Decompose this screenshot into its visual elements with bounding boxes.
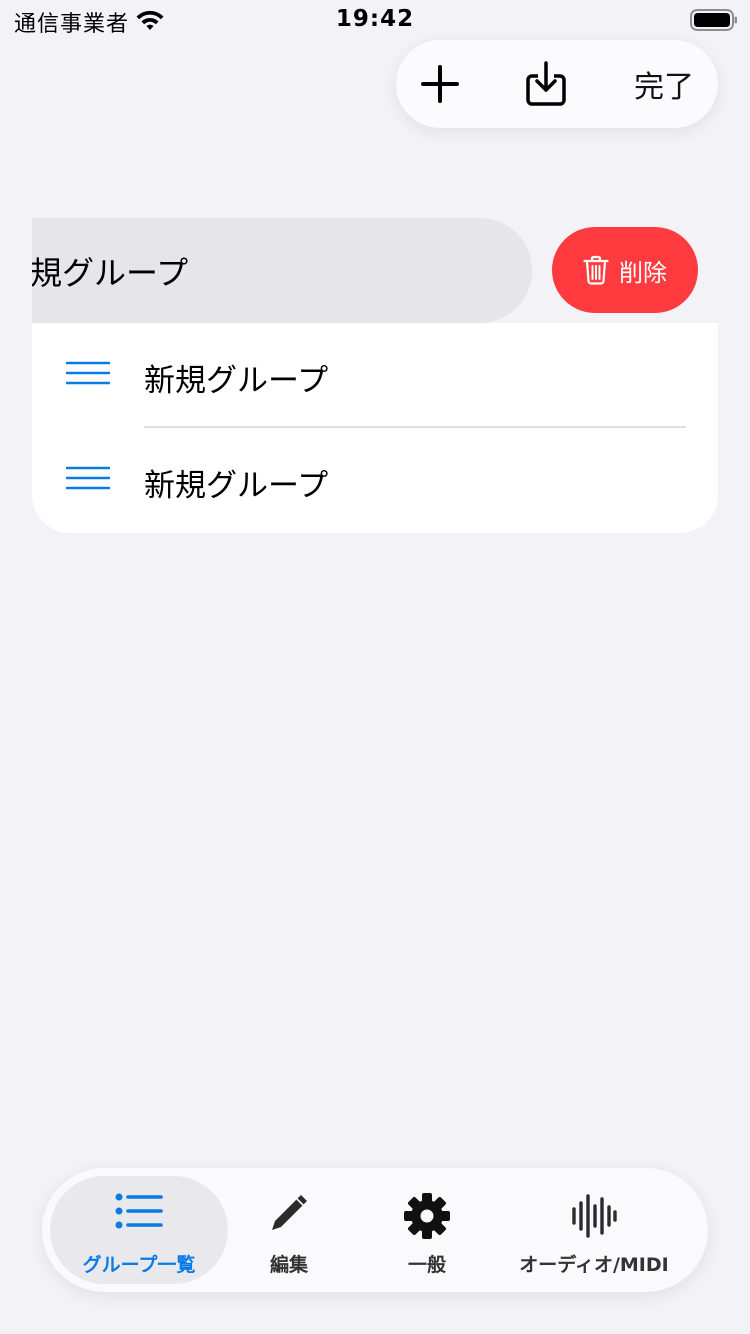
- plus-icon: [421, 65, 459, 103]
- tab-label: 一般: [407, 1254, 446, 1276]
- tab-audio-midi[interactable]: オーディオ/MIDI: [500, 1176, 688, 1284]
- clock: 19:42: [335, 6, 415, 32]
- delete-label: 削除: [619, 258, 667, 287]
- tab-label: グループ一覧: [82, 1254, 196, 1276]
- group-list: 新規グループ 新規グループ: [32, 323, 718, 533]
- list-bullet-icon: [115, 1193, 163, 1229]
- list-item[interactable]: 新規グループ: [32, 323, 718, 428]
- swiped-group-row[interactable]: 新規グループ: [32, 218, 532, 323]
- tab-label: 編集: [269, 1254, 308, 1276]
- edit-toolbar: 完了: [396, 40, 718, 128]
- waveform-icon: [572, 1194, 617, 1238]
- delete-button[interactable]: 削除: [552, 227, 698, 313]
- tab-group-list[interactable]: グループ一覧: [50, 1176, 228, 1284]
- tray-arrow-down-icon: [526, 61, 566, 106]
- pencil-icon: [272, 1195, 307, 1230]
- done-button[interactable]: 完了: [622, 40, 706, 128]
- trash-icon: [583, 255, 609, 285]
- group-name: 新規グループ: [144, 363, 329, 399]
- group-name: 新規グループ: [144, 468, 329, 504]
- status-bar: 通信事業者 19:42: [0, 0, 750, 40]
- battery-icon: [690, 9, 737, 31]
- gear-icon: [404, 1193, 450, 1239]
- add-group-button[interactable]: [414, 40, 466, 128]
- reorder-handle-icon[interactable]: [66, 361, 110, 385]
- tab-label: オーディオ/MIDI: [519, 1254, 669, 1276]
- group-name: 新規グループ: [32, 254, 189, 292]
- import-button[interactable]: [520, 40, 572, 128]
- list-item[interactable]: 新規グループ: [32, 428, 718, 533]
- tab-edit[interactable]: 編集: [216, 1176, 362, 1284]
- reorder-handle-icon[interactable]: [66, 466, 110, 490]
- tab-bar: グループ一覧 編集 一般 オーディオ/MIDI: [42, 1168, 708, 1292]
- tab-general[interactable]: 一般: [354, 1176, 500, 1284]
